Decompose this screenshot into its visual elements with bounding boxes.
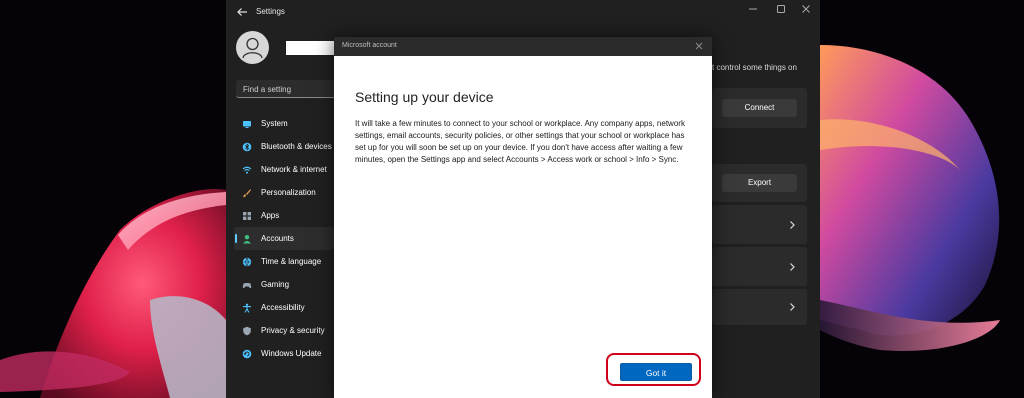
export-card: Export bbox=[712, 164, 807, 202]
sidebar-item-label: Personalization bbox=[261, 188, 316, 197]
avatar bbox=[236, 31, 269, 64]
sidebar-nav: System Bluetooth & devices Network & inter… bbox=[234, 112, 334, 365]
sidebar-item-system[interactable]: System bbox=[234, 112, 334, 135]
main-content: t control some things on Connect Export bbox=[712, 0, 820, 398]
close-icon[interactable] bbox=[694, 41, 704, 51]
sidebar-item-accessibility[interactable]: Accessibility bbox=[234, 296, 334, 319]
bluetooth-icon bbox=[242, 142, 252, 151]
brush-icon bbox=[243, 188, 251, 197]
apps-icon bbox=[243, 211, 251, 220]
window-title: Settings bbox=[256, 7, 285, 16]
truncated-description: t control some things on bbox=[712, 63, 797, 72]
user-avatar-icon bbox=[242, 37, 263, 59]
dialog-body-text: It will take a few minutes to connect to… bbox=[355, 119, 685, 164]
connect-card: Connect bbox=[712, 88, 807, 128]
sidebar-item-label: Bluetooth & devices bbox=[261, 142, 332, 151]
search-input[interactable]: Find a setting bbox=[236, 80, 342, 98]
microsoft-account-dialog: Microsoft account Setting up your device… bbox=[334, 37, 712, 398]
highlight-annotation bbox=[606, 353, 701, 386]
sidebar-item-label: Privacy & security bbox=[261, 326, 325, 335]
sidebar-item-label: Network & internet bbox=[261, 165, 327, 174]
back-arrow-icon[interactable] bbox=[235, 5, 249, 19]
sidebar-item-accounts[interactable]: Accounts bbox=[234, 227, 334, 250]
settings-row-1[interactable] bbox=[712, 205, 807, 244]
settings-row-2[interactable] bbox=[712, 247, 807, 286]
sidebar-item-network-and-internet[interactable]: Network & internet bbox=[234, 158, 334, 181]
sidebar-item-label: Accounts bbox=[261, 234, 294, 243]
monitor-icon bbox=[243, 120, 251, 128]
chevron-right-icon bbox=[790, 303, 795, 311]
person-icon bbox=[243, 234, 251, 243]
dialog-heading: Setting up your device bbox=[355, 89, 494, 105]
sidebar-item-label: Gaming bbox=[261, 280, 290, 289]
sidebar-item-label: System bbox=[261, 119, 288, 128]
sidebar-item-bluetooth-and-devices[interactable]: Bluetooth & devices bbox=[234, 135, 334, 158]
sidebar-item-label: Time & language bbox=[261, 257, 322, 266]
accessibility-icon bbox=[243, 303, 251, 313]
dialog-title-bar: Microsoft account bbox=[334, 37, 712, 56]
search-placeholder: Find a setting bbox=[243, 85, 292, 94]
sidebar-item-label: Accessibility bbox=[261, 303, 305, 312]
sidebar-item-gaming[interactable]: Gaming bbox=[234, 273, 334, 296]
wifi-icon bbox=[242, 166, 252, 174]
controller-icon bbox=[242, 282, 252, 288]
shield-icon bbox=[243, 326, 251, 335]
sidebar-item-label: Windows Update bbox=[261, 349, 322, 358]
dialog-title: Microsoft account bbox=[342, 42, 397, 49]
sidebar-item-time-and-language[interactable]: Time & language bbox=[234, 250, 334, 273]
sidebar-item-apps[interactable]: Apps bbox=[234, 204, 334, 227]
settings-row-3[interactable] bbox=[712, 289, 807, 325]
chevron-right-icon bbox=[790, 220, 795, 229]
sidebar-item-privacy-and-security[interactable]: Privacy & security bbox=[234, 319, 334, 342]
globe-icon bbox=[242, 257, 252, 266]
sidebar-item-windows-update[interactable]: Windows Update bbox=[234, 342, 334, 365]
export-button[interactable]: Export bbox=[722, 174, 797, 192]
sidebar-item-label: Apps bbox=[261, 211, 280, 220]
update-icon bbox=[242, 349, 252, 358]
chevron-right-icon bbox=[790, 262, 795, 271]
connect-button[interactable]: Connect bbox=[722, 99, 797, 117]
sidebar-item-personalization[interactable]: Personalization bbox=[234, 181, 334, 204]
